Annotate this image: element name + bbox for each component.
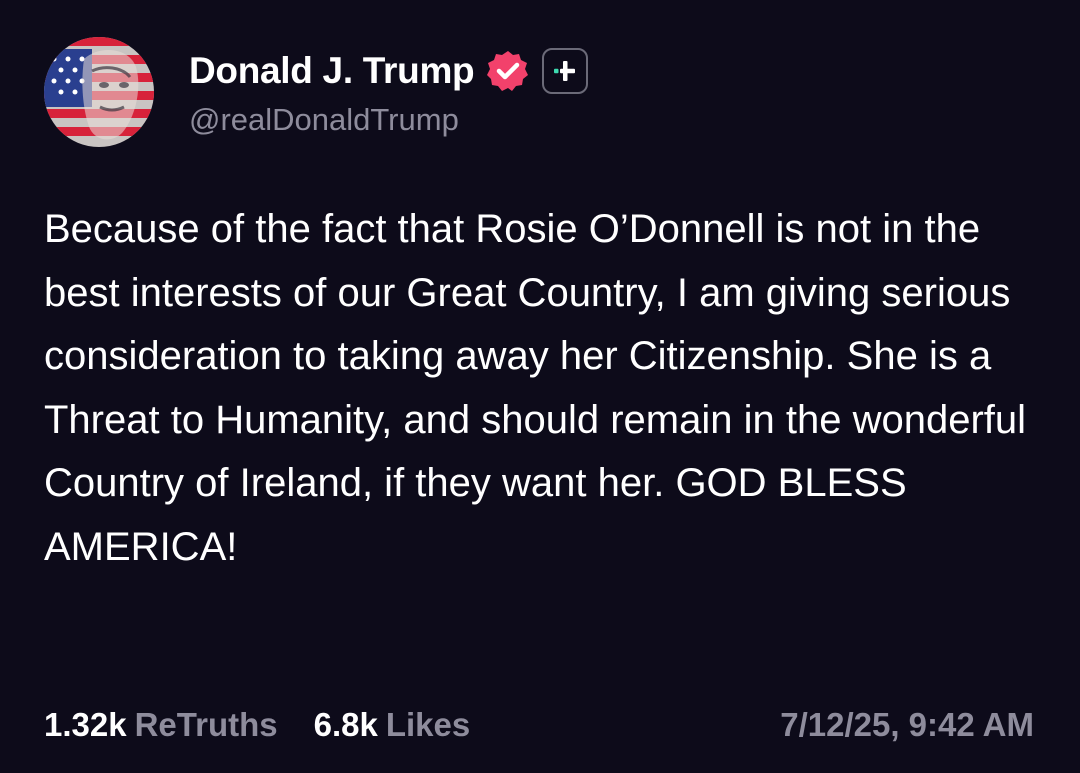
plus-icon — [554, 61, 576, 81]
post-footer: 1.32k ReTruths 6.8k Likes 7/12/25, 9:42 AM — [44, 706, 1034, 744]
post-text: Because of the fact that Rosie O’Donnell… — [44, 207, 1027, 569]
avatar-image — [44, 37, 154, 147]
post-header: Donald J. Trump @realDonaldTrump — [44, 37, 589, 147]
author-handle[interactable]: @realDonaldTrump — [189, 102, 588, 138]
author-identity: Donald J. Trump @realDonaldTrump — [189, 46, 589, 138]
display-name[interactable]: Donald J. Trump — [189, 50, 475, 92]
likes-count: 6.8k — [313, 706, 378, 743]
truth-post: Donald J. Trump @realDonaldTrump Because… — [0, 0, 1080, 773]
likes-label: Likes — [385, 706, 471, 743]
post-timestamp[interactable]: 7/12/25, 9:42 AM — [780, 706, 1034, 744]
retruths-stat[interactable]: 1.32k ReTruths — [44, 706, 278, 744]
name-row: Donald J. Trump — [189, 46, 589, 96]
avatar[interactable] — [44, 37, 154, 147]
retruths-count: 1.32k — [44, 706, 127, 743]
retruths-label: ReTruths — [134, 706, 278, 743]
likes-stat[interactable]: 6.8k Likes — [314, 706, 471, 744]
follow-button[interactable] — [542, 48, 589, 94]
verified-badge-icon — [486, 49, 530, 93]
